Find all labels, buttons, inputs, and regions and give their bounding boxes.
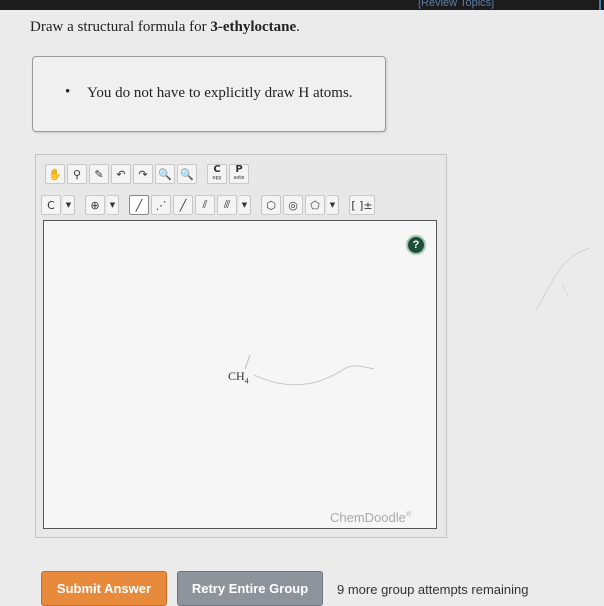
double-bond-icon[interactable]: ⫽ (195, 195, 215, 215)
redo-icon[interactable]: ↷ (133, 164, 153, 184)
hashed-bond-icon[interactable]: ⋰ (151, 195, 171, 215)
top-bar-edge (599, 0, 601, 10)
hand-icon[interactable]: ✋ (45, 164, 65, 184)
review-topics-link[interactable]: [Review Topics] (418, 0, 494, 9)
element-dropdown-icon[interactable]: ▼ (63, 195, 75, 215)
charge-plus-icon[interactable]: ⊕ (85, 195, 105, 215)
atom-label-subscript: 4 (244, 376, 249, 386)
element-selector[interactable]: C (41, 195, 61, 215)
undo-icon[interactable]: ↶ (111, 164, 131, 184)
copy-sub: opy (212, 175, 222, 181)
retry-group-button[interactable]: Retry Entire Group (177, 571, 323, 606)
drawing-canvas[interactable]: ? CH4 ChemDoodle® (43, 220, 437, 529)
top-bar: [Review Topics] (0, 0, 604, 10)
pentagon-ring-icon[interactable]: ⬠ (305, 195, 325, 215)
copy-button[interactable]: C opy (207, 164, 227, 184)
eraser-icon[interactable]: ✎ (89, 164, 109, 184)
single-bond-icon[interactable]: ╱ (129, 195, 149, 215)
wedge-bond-icon[interactable]: ╱ (173, 195, 193, 215)
hexagon-ring-icon[interactable]: ⬡ (261, 195, 281, 215)
bracket-charge-icon[interactable]: [ ]± (349, 195, 375, 215)
toolbar-row-2: C ▼ ⊕ ▼ ╱ ⋰ ╱ ⫽ ⫻ ▼ ⬡ ◎ ⬠ ▼ [ ]± (41, 194, 375, 216)
screen-glare-scribble (535, 247, 591, 311)
attempts-remaining-text: 9 more group attempts remaining (337, 582, 529, 597)
paste-button[interactable]: P aste (229, 164, 249, 184)
toolbar-row-1: ✋ ⚲ ✎ ↶ ↷ 🔍 🔍 C opy P aste (45, 162, 249, 186)
triple-bond-icon[interactable]: ⫻ (217, 195, 237, 215)
hint-box: • You do not have to explicitly draw H a… (32, 56, 386, 132)
hint-bullet: • (65, 84, 71, 100)
submit-answer-button[interactable]: Submit Answer (41, 571, 167, 606)
chemdoodle-brand: ChemDoodle® (330, 510, 411, 525)
brand-text: ChemDoodle (330, 510, 406, 525)
chemdoodle-editor: ✋ ⚲ ✎ ↶ ↷ 🔍 🔍 C opy P aste C ▼ ⊕ ▼ ╱ ⋰ ╱… (35, 154, 447, 538)
lasso-icon[interactable]: ⚲ (67, 164, 87, 184)
compound-name: 3-ethyloctane (210, 19, 297, 35)
molecule-atom-label[interactable]: CH4 (228, 369, 249, 385)
paste-letter: P (235, 164, 243, 175)
zoom-in-icon[interactable]: 🔍 (155, 164, 175, 184)
bond-dropdown-icon[interactable]: ▼ (239, 195, 251, 215)
hint-text: You do not have to explicitly draw H ato… (87, 85, 353, 101)
zoom-out-icon[interactable]: 🔍 (177, 164, 197, 184)
question-prefix: Draw a structural formula for (30, 19, 211, 35)
ring-dropdown-icon[interactable]: ▼ (327, 195, 339, 215)
atom-label-text: CH (228, 369, 245, 383)
charge-dropdown-icon[interactable]: ▼ (107, 195, 119, 215)
question-prompt: Draw a structural formula for 3-ethyloct… (30, 19, 300, 36)
question-suffix: . (296, 19, 300, 35)
copy-letter: C (213, 164, 221, 175)
benzene-ring-icon[interactable]: ◎ (283, 195, 303, 215)
brand-registered-mark: ® (405, 511, 412, 519)
paste-sub: aste (233, 175, 245, 181)
